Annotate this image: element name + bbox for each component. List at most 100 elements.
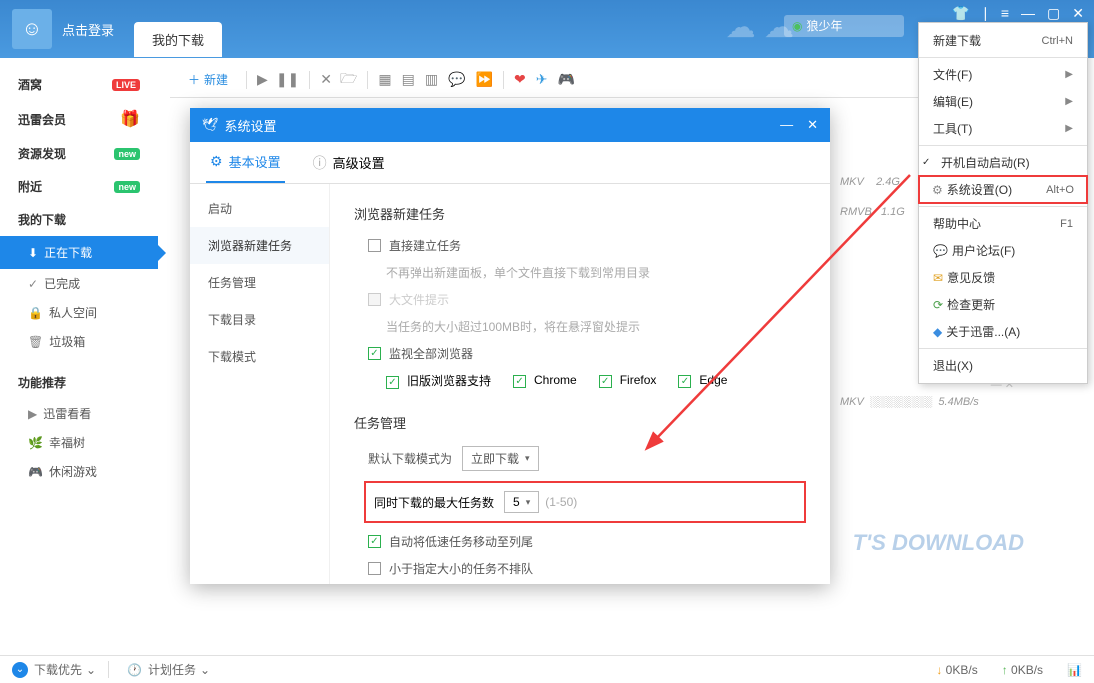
check-icon: ✓ — [28, 277, 38, 291]
play-icon[interactable]: ▶ — [257, 71, 268, 88]
list-icon[interactable]: ▤ — [402, 71, 415, 88]
tab-advanced[interactable]: ⓘ高级设置 — [309, 143, 389, 183]
new-button[interactable]: ＋新建 — [180, 67, 236, 92]
chevron-down-icon: ⌄ — [200, 663, 210, 677]
nav-task[interactable]: 任务管理 — [190, 264, 329, 301]
menu-about[interactable]: ◆关于迅雷...(A) — [919, 318, 1087, 345]
sidebar-jiuwo[interactable]: 酒窝LIVE — [0, 68, 158, 101]
grid-icon[interactable]: ▦ — [378, 71, 391, 88]
dialog-close-icon[interactable]: ✕ — [807, 117, 818, 133]
live-badge: LIVE — [112, 79, 140, 91]
field-max-tasks-highlighted: 同时下载的最大任务数 5▾ (1-50) — [364, 481, 806, 523]
field-edge[interactable]: ✓Edge — [678, 373, 727, 388]
menu-help[interactable]: 帮助中心F1 — [919, 210, 1087, 237]
menu-edit[interactable]: 编辑(E)▶ — [919, 88, 1087, 115]
close-icon[interactable]: ✕ — [1072, 5, 1084, 22]
checkbox-icon[interactable]: ✓ — [386, 376, 399, 389]
pause-icon[interactable]: ❚❚ — [276, 71, 299, 88]
sidebar-rec-game[interactable]: 🎮休闲游戏 — [0, 457, 158, 486]
heart-icon[interactable]: ❤ — [514, 71, 526, 88]
dialog-tabs: ⚙基本设置 ⓘ高级设置 — [190, 142, 830, 184]
delete-icon[interactable]: ✕ — [320, 71, 332, 88]
expand-icon[interactable]: ⌄ — [12, 662, 28, 678]
skin-icon[interactable]: 👕 — [952, 5, 969, 22]
dialog-minimize-icon[interactable]: — — [780, 117, 793, 133]
avatar[interactable]: ☺ — [12, 9, 52, 49]
field-legacy[interactable]: ✓旧版浏览器支持 — [386, 372, 491, 389]
login-link[interactable]: 点击登录 — [62, 20, 114, 39]
field-firefox[interactable]: ✓Firefox — [599, 373, 657, 388]
sidebar-nearby[interactable]: 附近new — [0, 170, 158, 203]
field-bigfile: 大文件提示 — [368, 291, 806, 308]
nav-startup[interactable]: 启动 — [190, 190, 329, 227]
sidebar-item-trash[interactable]: 🗑垃圾箱 — [0, 327, 158, 356]
nav-dir[interactable]: 下载目录 — [190, 301, 329, 338]
gamepad-icon[interactable]: 🎮 — [557, 71, 574, 88]
checkbox-icon[interactable]: ✓ — [513, 375, 526, 388]
menu-update[interactable]: ⟳检查更新 — [919, 291, 1087, 318]
checkbox-icon[interactable] — [368, 239, 381, 252]
checkbox-icon[interactable]: ✓ — [678, 375, 691, 388]
sidebar-rec-tree[interactable]: 🌿幸福树 — [0, 428, 158, 457]
field-bigfile-desc: 当任务的大小超过100MB时，将在悬浮窗处提示 — [386, 318, 806, 335]
chevron-right-icon: ▶ — [1065, 69, 1073, 80]
menu-forum[interactable]: 💬用户论坛(F) — [919, 237, 1087, 264]
sidebar-rec-kankan[interactable]: ▶迅雷看看 — [0, 399, 158, 428]
field-direct[interactable]: 直接建立任务 — [368, 237, 806, 254]
checkbox-icon[interactable]: ✓ — [599, 375, 612, 388]
lock-icon: 🔒 — [28, 306, 43, 320]
menu-settings-highlighted[interactable]: ⚙系统设置(O)Alt+O — [918, 175, 1088, 204]
menu-feedback[interactable]: ✉意见反馈 — [919, 264, 1087, 291]
maximize-icon[interactable]: ▢ — [1047, 5, 1060, 22]
chat-icon: 💬 — [933, 244, 948, 258]
checkbox-icon[interactable]: ✓ — [368, 535, 381, 548]
smiley-icon: ☺ — [22, 18, 42, 41]
speed-icon[interactable]: ⏩ — [476, 71, 493, 88]
sidebar-item-downloading[interactable]: ⬇正在下载 — [0, 236, 158, 269]
dl-item-mkv: MKV 2.4G — [840, 176, 900, 188]
search-box[interactable]: ◉ — [784, 15, 904, 37]
plus-icon: ＋ — [188, 71, 200, 88]
field-auto-move[interactable]: ✓自动将低速任务移动至列尾 — [368, 533, 806, 550]
menu-icon[interactable]: ≡ — [1001, 5, 1009, 22]
field-chrome[interactable]: ✓Chrome — [513, 373, 577, 388]
field-small-skip[interactable]: 小于指定大小的任务不排队 — [368, 560, 806, 577]
sidebar-discover[interactable]: 资源发现new — [0, 137, 158, 170]
arrow-down-icon: ↓ — [936, 663, 942, 677]
send-icon[interactable]: ✈ — [536, 71, 548, 88]
nav-mode[interactable]: 下载模式 — [190, 338, 329, 375]
menu-file[interactable]: 文件(F)▶ — [919, 61, 1087, 88]
minimize-icon[interactable]: — — [1021, 5, 1035, 22]
sidebar-member[interactable]: 迅雷会员🎁 — [0, 101, 158, 137]
video-icon: ▶ — [28, 407, 37, 421]
chart-icon[interactable]: 📊 — [1067, 663, 1082, 677]
mail-icon: ✉ — [933, 271, 943, 285]
tab-my-downloads[interactable]: 我的下载 — [134, 22, 222, 57]
menu-new-download[interactable]: 新建下载Ctrl+N — [919, 27, 1087, 54]
menu-tool[interactable]: 工具(T)▶ — [919, 115, 1087, 142]
sidebar-item-completed[interactable]: ✓已完成 — [0, 269, 158, 298]
nav-browser[interactable]: 浏览器新建任务 — [190, 227, 329, 264]
chevron-right-icon: ▶ — [1065, 96, 1073, 107]
sidebar-mydl[interactable]: 我的下载 — [0, 203, 158, 236]
max-tasks-label: 同时下载的最大任务数 — [374, 494, 494, 511]
menu-exit[interactable]: 退出(X) — [919, 352, 1087, 379]
refresh-icon: ⟳ — [933, 298, 943, 312]
search-input[interactable] — [806, 19, 886, 33]
folder-icon[interactable]: 🗁 — [340, 68, 357, 92]
dialog-titlebar[interactable]: 🕊 系统设置 — ✕ — [190, 108, 830, 142]
field-monitor[interactable]: ✓监视全部浏览器 — [368, 345, 806, 362]
max-tasks-select[interactable]: 5▾ — [504, 491, 539, 513]
mode-select[interactable]: 立即下载▾ — [462, 446, 539, 471]
new-badge: new — [114, 148, 140, 160]
globe-icon: ◉ — [792, 19, 802, 33]
menu-autostart[interactable]: ✓开机自动启动(R) — [919, 149, 1087, 176]
plan-dropdown[interactable]: 计划任务⌄ — [148, 661, 222, 678]
comment-icon[interactable]: 💬 — [448, 71, 465, 88]
sidebar-item-private[interactable]: 🔒私人空间 — [0, 298, 158, 327]
checkbox-icon[interactable] — [368, 562, 381, 575]
priority-dropdown[interactable]: 下载优先⌄ — [34, 661, 109, 678]
detail-icon[interactable]: ▥ — [425, 71, 438, 88]
tab-basic[interactable]: ⚙基本设置 — [206, 142, 285, 183]
checkbox-icon[interactable]: ✓ — [368, 347, 381, 360]
